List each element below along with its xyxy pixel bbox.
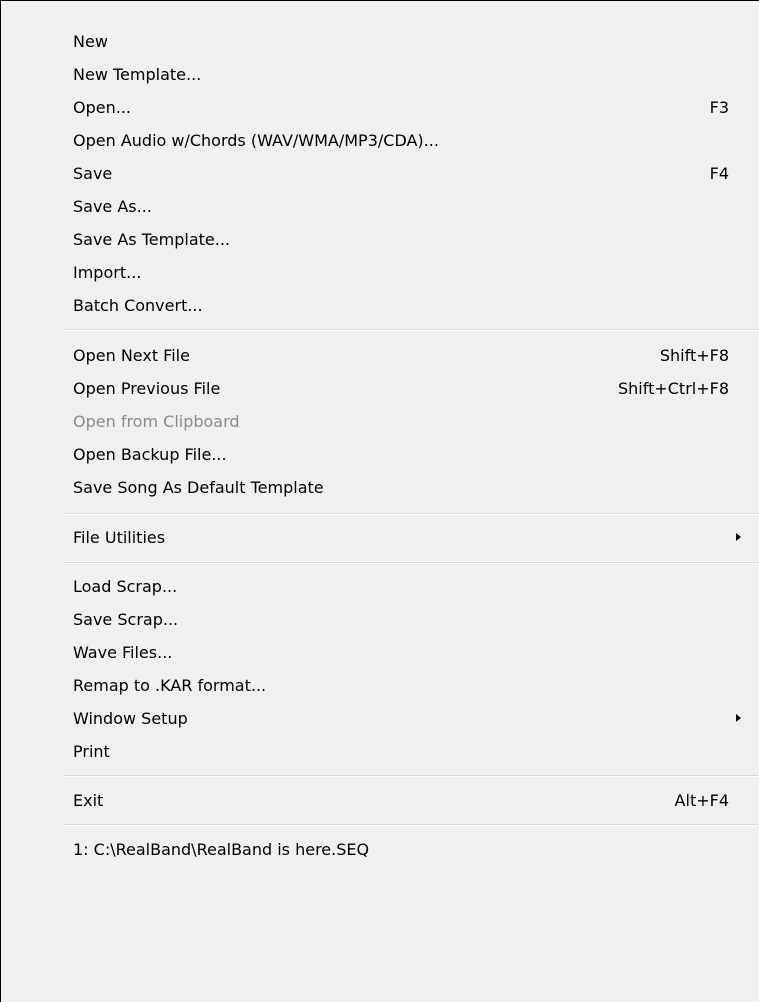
menu-item-open-backup-file[interactable]: Open Backup File... — [56, 439, 758, 469]
menu-item-label: File Utilities — [73, 527, 166, 547]
menu-item-label: Open Next File — [73, 345, 190, 365]
menu-item-label: New Template... — [73, 64, 202, 84]
menu-item-open-next-file[interactable]: Open Next File Shift+F8 — [56, 340, 758, 370]
menu-item-save-as-template[interactable]: Save As Template... — [56, 224, 758, 254]
menu-item-label: Open Previous File — [73, 378, 221, 398]
menu-item-label: Save Song As Default Template — [73, 477, 324, 497]
menu-item-recent-file-1[interactable]: 1: C:\RealBand\RealBand is here.SEQ — [56, 834, 758, 864]
menu-item-label: Wave Files... — [73, 642, 173, 662]
menu-item-save-song-as-default-template[interactable]: Save Song As Default Template — [56, 472, 758, 502]
menu-item-open-previous-file[interactable]: Open Previous File Shift+Ctrl+F8 — [56, 373, 758, 403]
menu-item-label: Batch Convert... — [73, 295, 203, 315]
menu-item-label: Save Scrap... — [73, 609, 179, 629]
menu-item-save[interactable]: Save F4 — [56, 158, 758, 188]
menu-item-shortcut: Alt+F4 — [674, 790, 729, 810]
menu-item-file-utilities[interactable]: File Utilities — [56, 522, 758, 552]
menu-item-wave-files[interactable]: Wave Files... — [56, 637, 758, 667]
menu-item-label: Import... — [73, 262, 142, 282]
menu-item-label: Save As Template... — [73, 229, 230, 249]
menu-item-new[interactable]: New — [56, 26, 758, 56]
menu-item-label: Open from Clipboard — [73, 411, 240, 431]
menu-item-label: Open... — [73, 97, 131, 117]
menu-item-print[interactable]: Print — [56, 736, 758, 766]
menu-item-label: Window Setup — [73, 708, 188, 728]
menu-item-shortcut: Shift+Ctrl+F8 — [617, 378, 729, 398]
menu-item-exit[interactable]: Exit Alt+F4 — [56, 785, 758, 815]
menu-item-open-from-clipboard: Open from Clipboard — [56, 406, 758, 436]
menu-item-load-scrap[interactable]: Load Scrap... — [56, 571, 758, 601]
menu-item-save-scrap[interactable]: Save Scrap... — [56, 604, 758, 634]
menu-item-new-template[interactable]: New Template... — [56, 59, 758, 89]
menu-item-window-setup[interactable]: Window Setup — [56, 703, 758, 733]
menu-item-label: 1: C:\RealBand\RealBand is here.SEQ — [73, 839, 370, 859]
menu-item-save-as[interactable]: Save As... — [56, 191, 758, 221]
menu-item-shortcut: F4 — [709, 163, 729, 183]
menu-item-label: Open Audio w/Chords (WAV/WMA/MP3/CDA)... — [73, 130, 439, 150]
menu-icon-gutter — [1, 1, 56, 1002]
menu-separator — [63, 513, 758, 515]
menu-separator — [63, 329, 758, 331]
submenu-arrow-icon — [736, 533, 741, 541]
menu-item-open[interactable]: Open... F3 — [56, 92, 758, 122]
menu-item-remap-to-kar-format[interactable]: Remap to .KAR format... — [56, 670, 758, 700]
file-menu: New New Template... Open... F3 Open Audi… — [0, 0, 759, 1002]
menu-item-batch-convert[interactable]: Batch Convert... — [56, 290, 758, 320]
menu-separator — [63, 775, 758, 777]
menu-item-label: Save As... — [73, 196, 152, 216]
submenu-arrow-icon — [736, 714, 741, 722]
menu-item-shortcut: F3 — [709, 97, 729, 117]
menu-item-open-audio-with-chords[interactable]: Open Audio w/Chords (WAV/WMA/MP3/CDA)... — [56, 125, 758, 155]
menu-item-label: Print — [73, 741, 110, 761]
menu-separator — [63, 562, 758, 564]
menu-item-label: Open Backup File... — [73, 444, 227, 464]
menu-item-import[interactable]: Import... — [56, 257, 758, 287]
menu-item-shortcut: Shift+F8 — [659, 345, 729, 365]
menu-item-label: Remap to .KAR format... — [73, 675, 267, 695]
menu-item-label: New — [73, 31, 108, 51]
menu-item-label: Load Scrap... — [73, 576, 178, 596]
menu-item-label: Exit — [73, 790, 104, 810]
menu-item-label: Save — [73, 163, 113, 183]
menu-separator — [63, 824, 758, 826]
